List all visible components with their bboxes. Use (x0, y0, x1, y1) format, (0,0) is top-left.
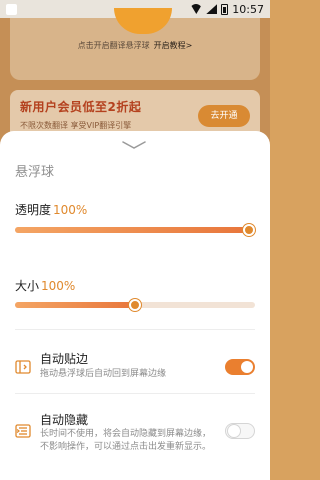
size-slider-fill (15, 302, 135, 308)
size-label-row: 大小 100% (15, 277, 75, 294)
auto-snap-desc: 拖动悬浮球后自动回到屏幕边缘 (40, 369, 167, 379)
opacity-slider-fill (15, 227, 249, 233)
notification-icon (6, 4, 17, 15)
auto-hide-toggle-knob (228, 425, 240, 437)
sheet-title: 悬浮球 (15, 165, 55, 180)
auto-hide-title: 自动隐藏 (40, 413, 89, 427)
opacity-label-row: 透明度 100% (15, 201, 87, 218)
wifi-icon (190, 4, 203, 14)
floating-ball-preview (114, 8, 172, 34)
auto-hide-desc: 长时间不使用，将会自动隐藏到屏幕边缘，不影响操作，可以通过点击出发重新显示。 (40, 429, 212, 452)
auto-hide-icon (15, 423, 31, 439)
opacity-slider[interactable] (15, 224, 255, 236)
size-label: 大小 (15, 279, 40, 293)
snap-edge-icon (15, 359, 31, 375)
size-slider-thumb[interactable] (129, 299, 141, 311)
status-right: 10:57 (190, 2, 264, 16)
auto-hide-toggle[interactable] (225, 423, 255, 439)
opacity-label: 透明度 (15, 203, 52, 217)
collapse-chevron-icon[interactable] (121, 140, 147, 150)
size-value: 100% (41, 279, 76, 293)
signal-icon (206, 4, 218, 14)
background-tip-text: 点击开启翻译悬浮球 (77, 41, 150, 50)
opacity-slider-thumb[interactable] (243, 224, 255, 236)
promo-title: 新用户会员低至2折起 (20, 100, 142, 114)
opacity-value: 100% (53, 203, 88, 217)
background-tip: 点击开启翻译悬浮球 开启教程> (10, 40, 260, 51)
auto-snap-toggle[interactable] (225, 359, 255, 375)
divider (15, 393, 255, 394)
floating-ball-settings-sheet: 悬浮球 透明度100% 大小100% 自动贴边 拖动悬浮球后自动回到屏幕边缘 (0, 131, 270, 480)
promo-subtitle: 不限次数翻译 享受VIP翻译引擎 (20, 121, 132, 130)
promo-button[interactable]: 去开通 (198, 105, 250, 127)
size-slider[interactable] (15, 299, 255, 311)
auto-snap-toggle-knob (241, 361, 253, 373)
status-time: 10:57 (232, 2, 264, 16)
battery-icon (221, 3, 229, 15)
divider (15, 329, 255, 330)
auto-snap-title: 自动贴边 (40, 352, 89, 366)
tutorial-link[interactable]: 开启教程> (154, 41, 193, 50)
